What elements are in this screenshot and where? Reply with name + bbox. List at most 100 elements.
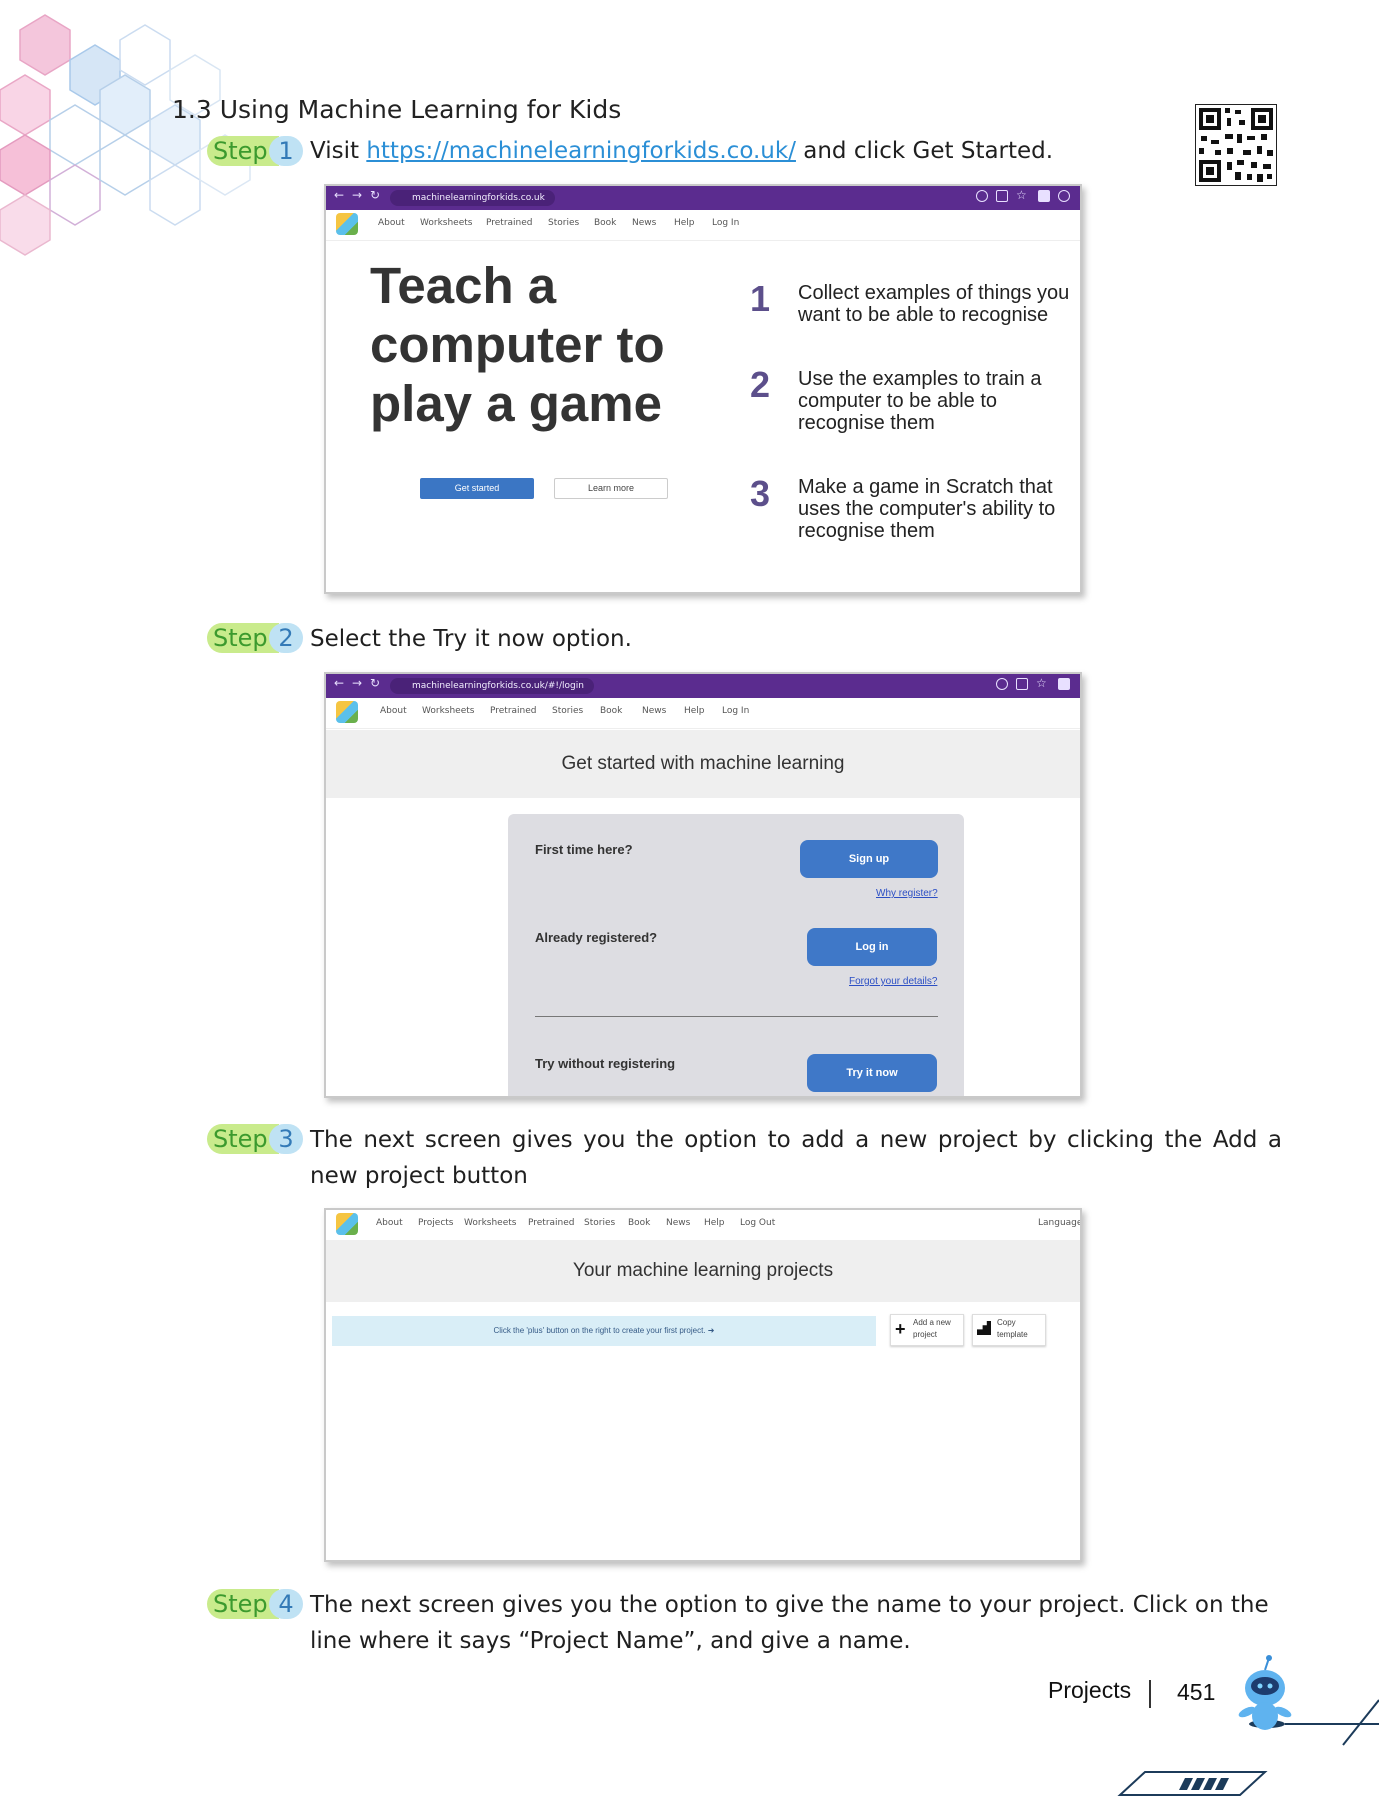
nav-worksheets[interactable]: Worksheets (422, 706, 474, 716)
log-in-button[interactable]: Log in (807, 928, 937, 966)
hero-step-number: 3 (750, 473, 771, 514)
login-card: First time here? Sign up Why register? A… (508, 814, 964, 1096)
hero-step-text: Use the examples to train a computer to … (798, 368, 1041, 434)
google-icon[interactable] (976, 190, 988, 202)
hero-line: play a game (370, 375, 662, 432)
nav-stories[interactable]: Stories (552, 706, 583, 716)
step-3-badge: Step 3 (207, 1124, 303, 1154)
add-project-line-1: Add a new (913, 1318, 951, 1327)
hero-step-line: Make a game in Scratch that (798, 476, 1053, 498)
page-banner: Your machine learning projects (326, 1240, 1080, 1302)
sidebar-icon[interactable] (1058, 678, 1070, 690)
nav-book[interactable]: Book (600, 706, 622, 716)
nav-about[interactable]: About (378, 218, 405, 228)
step-number: 3 (269, 1124, 303, 1154)
try-it-now-button[interactable]: Try it now (807, 1054, 937, 1092)
nav-news[interactable]: News (642, 706, 666, 716)
copy-template-button[interactable]: Copy template (972, 1314, 1046, 1346)
nav-logout[interactable]: Log Out (740, 1218, 775, 1228)
nav-book[interactable]: Book (628, 1218, 650, 1228)
forward-arrow-icon[interactable]: → (352, 676, 362, 690)
copy-template-line-2: template (997, 1330, 1028, 1339)
nav-help[interactable]: Help (704, 1218, 725, 1228)
screenshot-login: ← → ↻ machinelearningforkids.co.uk/#!/lo… (324, 672, 1082, 1098)
browser-chrome: ← → ↻ machinelearningforkids.co.uk/#!/lo… (326, 674, 1080, 698)
hero-step-number: 2 (750, 364, 771, 405)
hero-line: Teach a (370, 257, 557, 314)
nav-worksheets[interactable]: Worksheets (464, 1218, 516, 1228)
step-number: 4 (269, 1589, 303, 1619)
learn-more-button[interactable]: Learn more (554, 478, 668, 499)
forgot-details-link[interactable]: Forgot your details? (849, 976, 937, 987)
hero-title: Teach a computer to play a game (370, 256, 665, 433)
step-4-text: The next screen gives you the option to … (310, 1592, 1269, 1654)
qr-code (1195, 104, 1277, 186)
nav-pretrained[interactable]: Pretrained (490, 706, 537, 716)
first-time-label: First time here? (535, 842, 633, 857)
step-2-text: Select the Try it now option. (310, 626, 632, 652)
site-logo[interactable] (336, 701, 358, 723)
share-icon[interactable] (996, 190, 1008, 202)
step-3-text: The next screen gives you the option to … (310, 1127, 1282, 1189)
step-1-text: Visit https://machinelearningforkids.co.… (310, 133, 1053, 169)
hero-step-text: Collect examples of things you want to b… (798, 282, 1069, 326)
step-2-badge: Step 2 (207, 623, 303, 653)
nav-book[interactable]: Book (594, 218, 616, 228)
browser-chrome: ← → ↻ machinelearningforkids.co.uk ☆ (326, 186, 1080, 210)
sidebar-icon[interactable] (1038, 190, 1050, 202)
share-icon[interactable] (1016, 678, 1028, 690)
nav-projects[interactable]: Projects (418, 1218, 453, 1228)
robot-mascot-icon (1117, 1655, 1379, 1796)
address-bar[interactable]: machinelearningforkids.co.uk/#!/login (390, 678, 594, 694)
nav-news[interactable]: News (632, 218, 656, 228)
site-logo[interactable] (336, 213, 358, 235)
nav-help[interactable]: Help (684, 706, 705, 716)
stairs-icon (977, 1321, 991, 1335)
nav-pretrained[interactable]: Pretrained (486, 218, 533, 228)
plus-icon: + (895, 1319, 906, 1339)
nav-about[interactable]: About (376, 1218, 403, 1228)
nav-login[interactable]: Log In (722, 706, 749, 716)
hero-step-line: Collect examples of things you (798, 282, 1070, 304)
site-logo[interactable] (336, 1213, 358, 1235)
get-started-button[interactable]: Get started (420, 478, 534, 499)
reload-icon[interactable]: ↻ (370, 676, 380, 690)
nav-help[interactable]: Help (674, 218, 695, 228)
nav-worksheets[interactable]: Worksheets (420, 218, 472, 228)
profile-icon[interactable] (1058, 190, 1070, 202)
section-title: 1.3 Using Machine Learning for Kids (172, 95, 622, 124)
step-4-badge: Step 4 (207, 1589, 303, 1619)
step-number: 1 (269, 136, 303, 166)
nav-stories[interactable]: Stories (548, 218, 579, 228)
nav-about[interactable]: About (380, 706, 407, 716)
website-link[interactable]: https://machinelearningforkids.co.uk/ (366, 138, 796, 164)
nav-language[interactable]: Language (1038, 1218, 1080, 1228)
nav-stories[interactable]: Stories (584, 1218, 615, 1228)
site-nav: About Worksheets Pretrained Stories Book… (326, 698, 1080, 729)
sign-up-button[interactable]: Sign up (800, 840, 938, 878)
site-nav: About Worksheets Pretrained Stories Book… (326, 210, 1080, 241)
google-icon[interactable] (996, 678, 1008, 690)
copy-template-line-1: Copy (997, 1318, 1016, 1327)
star-icon[interactable]: ☆ (1016, 188, 1027, 202)
add-new-project-button[interactable]: + Add a new project (890, 1314, 964, 1346)
forward-arrow-icon[interactable]: → (352, 188, 362, 202)
back-arrow-icon[interactable]: ← (334, 188, 344, 202)
hero-step-line: Use the examples to train a (798, 368, 1042, 390)
try-without-label: Try without registering (535, 1056, 676, 1071)
nav-login[interactable]: Log In (712, 218, 739, 228)
step-number: 2 (269, 623, 303, 653)
star-icon[interactable]: ☆ (1036, 676, 1047, 690)
back-arrow-icon[interactable]: ← (334, 676, 344, 690)
nav-pretrained[interactable]: Pretrained (528, 1218, 575, 1228)
address-bar[interactable]: machinelearningforkids.co.uk (390, 190, 555, 206)
site-nav: About Projects Worksheets Pretrained Sto… (326, 1210, 1080, 1241)
hero-step-text: Make a game in Scratch that uses the com… (798, 476, 1055, 542)
hero-step-line: computer to be able to (798, 390, 998, 412)
hero-step-line: recognise them (798, 412, 935, 434)
step-1-badge: Step 1 (207, 136, 303, 166)
nav-news[interactable]: News (666, 1218, 690, 1228)
page-banner: Get started with machine learning (326, 730, 1080, 798)
reload-icon[interactable]: ↻ (370, 188, 380, 202)
why-register-link[interactable]: Why register? (876, 888, 938, 899)
